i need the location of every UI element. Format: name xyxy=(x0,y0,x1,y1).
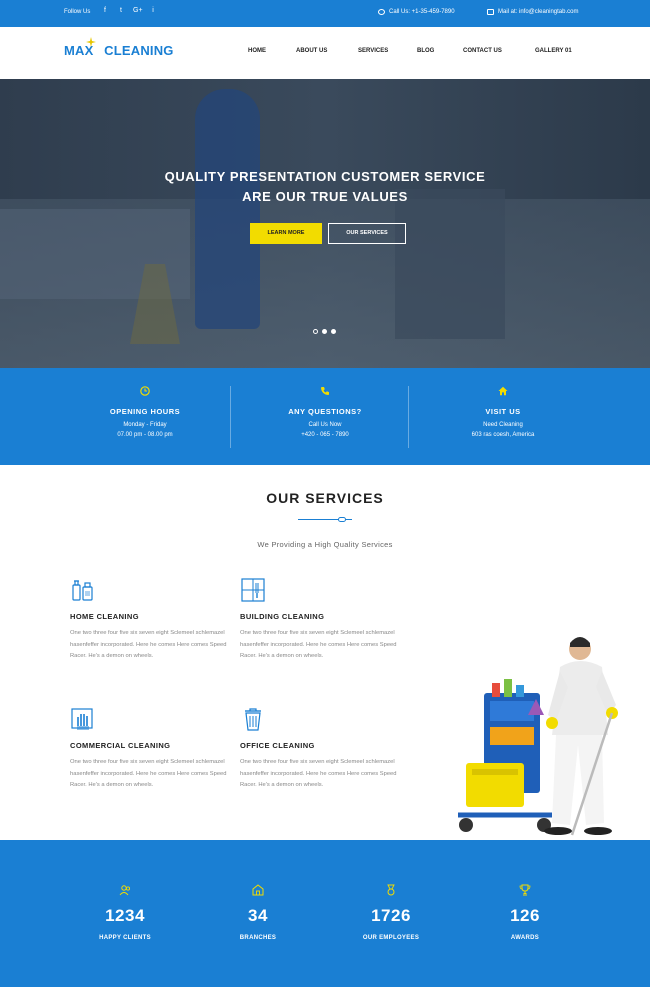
follow-us-label: Follow Us xyxy=(64,9,91,15)
stat-label: HAPPY CLIENTS xyxy=(99,935,151,941)
users-icon xyxy=(119,885,131,896)
employee-badge-icon xyxy=(387,884,395,896)
stat-number: 1234 xyxy=(105,906,145,925)
info-strip: OPENING HOURS Monday - Friday 07.00 pm -… xyxy=(0,368,650,465)
service-title: HOME CLEANING xyxy=(70,612,139,621)
questions-block: ANY QUESTIONS? Call Us Now +420 - 065 - … xyxy=(240,368,410,465)
spray-bottles-icon xyxy=(72,580,93,601)
info-divider xyxy=(230,386,231,448)
stat-label: OUR EMPLOYEES xyxy=(362,935,420,941)
stat-label: BRANCHES xyxy=(239,935,277,941)
hero-title-line1: QUALITY PRESENTATION CUSTOMER SERVICE xyxy=(164,169,486,184)
service-home-cleaning[interactable]: HOME CLEANING One two three four five si… xyxy=(70,577,230,663)
stat-happy-clients: 1234 HAPPY CLIENTS xyxy=(65,840,185,941)
site-header: MAX CLEANING HOME ABOUT US SERVICES BLOG… xyxy=(0,27,650,79)
hero-title-line2: ARE OUR TRUE VALUES xyxy=(242,189,408,204)
service-title: OFFICE CLEANING xyxy=(240,741,315,750)
service-title: COMMERCIAL CLEANING xyxy=(70,741,171,750)
stat-branches: 34 BRANCHES xyxy=(198,840,318,941)
stat-employees: 1726 OUR EMPLOYEES xyxy=(331,840,451,941)
service-office-cleaning[interactable]: OFFICE CLEANING One two three four five … xyxy=(240,706,400,792)
nav-services[interactable]: SERVICES xyxy=(358,48,388,54)
stats-section: 1234 HAPPY CLIENTS 34 BRANCHES 1726 OUR … xyxy=(0,840,650,987)
site-logo[interactable]: MAX CLEANING xyxy=(64,37,174,58)
info-line: Call Us Now xyxy=(308,422,342,428)
twitter-icon[interactable]: t xyxy=(117,7,125,14)
service-commercial-cleaning[interactable]: COMMERCIAL CLEANING One two three four f… xyxy=(70,706,230,792)
nav-blog[interactable]: BLOG xyxy=(417,48,434,54)
slider-dot-2[interactable] xyxy=(322,329,327,334)
info-title: VISIT US xyxy=(485,407,521,416)
call-text[interactable]: Call Us: +1-35-459-7890 xyxy=(389,9,455,15)
building-icon xyxy=(252,884,264,896)
visit-us-block: VISIT US Need Cleaning 603 ras coesh, Am… xyxy=(417,368,589,465)
stat-number: 126 xyxy=(510,906,540,925)
social-links: f t G+ i xyxy=(101,7,157,14)
mail-small-icon xyxy=(487,9,494,15)
opening-hours-block: OPENING HOURS Monday - Friday 07.00 pm -… xyxy=(60,368,230,465)
window-cleaning-icon xyxy=(241,578,265,602)
call-info: Call Us: +1-35-459-7890 xyxy=(378,9,455,15)
trophy-icon xyxy=(519,884,531,896)
info-line: Monday - Friday xyxy=(123,422,167,428)
facebook-icon[interactable]: f xyxy=(101,7,109,14)
service-title: BUILDING CLEANING xyxy=(240,612,325,621)
cleaner-with-cart-image xyxy=(458,637,618,836)
google-plus-icon[interactable]: G+ xyxy=(133,7,143,14)
mail-info: Mail at: info@cleaningtab.com xyxy=(487,9,578,15)
mail-text[interactable]: Mail at: info@cleaningtab.com xyxy=(498,9,578,15)
service-description: One two three four five six seven eight … xyxy=(70,630,227,659)
service-description: One two three four five six seven eight … xyxy=(70,759,227,788)
info-line: Need Cleaning xyxy=(483,422,523,428)
trash-bin-icon xyxy=(245,708,261,731)
slider-dots xyxy=(313,329,336,334)
learn-more-button[interactable]: LEARN MORE xyxy=(250,223,322,244)
phone-small-icon xyxy=(378,9,385,15)
info-title: ANY QUESTIONS? xyxy=(288,407,362,416)
info-title: OPENING HOURS xyxy=(109,407,181,416)
service-description: One two three four five six seven eight … xyxy=(240,759,397,788)
phone-icon xyxy=(321,387,329,395)
nav-home[interactable]: HOME xyxy=(248,48,266,54)
info-line: 07.00 pm - 08.00 pm xyxy=(117,432,173,438)
nav-gallery[interactable]: GALLERY 01 xyxy=(535,48,572,54)
logo-cleaning: CLEANING xyxy=(104,43,174,58)
clock-icon xyxy=(140,386,150,396)
services-divider-ornament xyxy=(298,517,352,522)
home-icon xyxy=(498,386,508,396)
slider-dot-3[interactable] xyxy=(331,329,336,334)
services-subheading: We Providing a High Quality Services xyxy=(257,540,393,549)
hero-slider: QUALITY PRESENTATION CUSTOMER SERVICE AR… xyxy=(0,79,650,368)
our-services-button[interactable]: OUR SERVICES xyxy=(328,223,406,244)
instagram-icon[interactable]: i xyxy=(149,7,157,14)
hero-cleaning-cart xyxy=(395,189,505,339)
service-building-cleaning[interactable]: BUILDING CLEANING One two three four fiv… xyxy=(240,577,400,663)
stat-number: 1726 xyxy=(371,906,411,925)
services-divider-bulb xyxy=(338,517,346,522)
hero-cleaner-figure xyxy=(195,89,260,329)
stat-awards: 126 AWARDS xyxy=(465,840,585,941)
nav-contact-us[interactable]: CONTACT US xyxy=(463,48,502,54)
top-bar: Follow Us f t G+ i Call Us: +1-35-459-78… xyxy=(0,0,650,27)
nav-about-us[interactable]: ABOUT US xyxy=(296,48,327,54)
glove-icon xyxy=(71,708,93,730)
service-description: One two three four five six seven eight … xyxy=(240,630,397,659)
sparkle-icon xyxy=(86,37,96,47)
slider-dot-1[interactable] xyxy=(313,329,318,334)
info-line: 603 ras coesh, America xyxy=(471,432,535,438)
info-line[interactable]: +420 - 065 - 7890 xyxy=(240,432,410,438)
stat-number: 34 xyxy=(248,906,268,925)
services-heading: OUR SERVICES xyxy=(266,490,384,506)
stat-label: AWARDS xyxy=(510,935,540,941)
